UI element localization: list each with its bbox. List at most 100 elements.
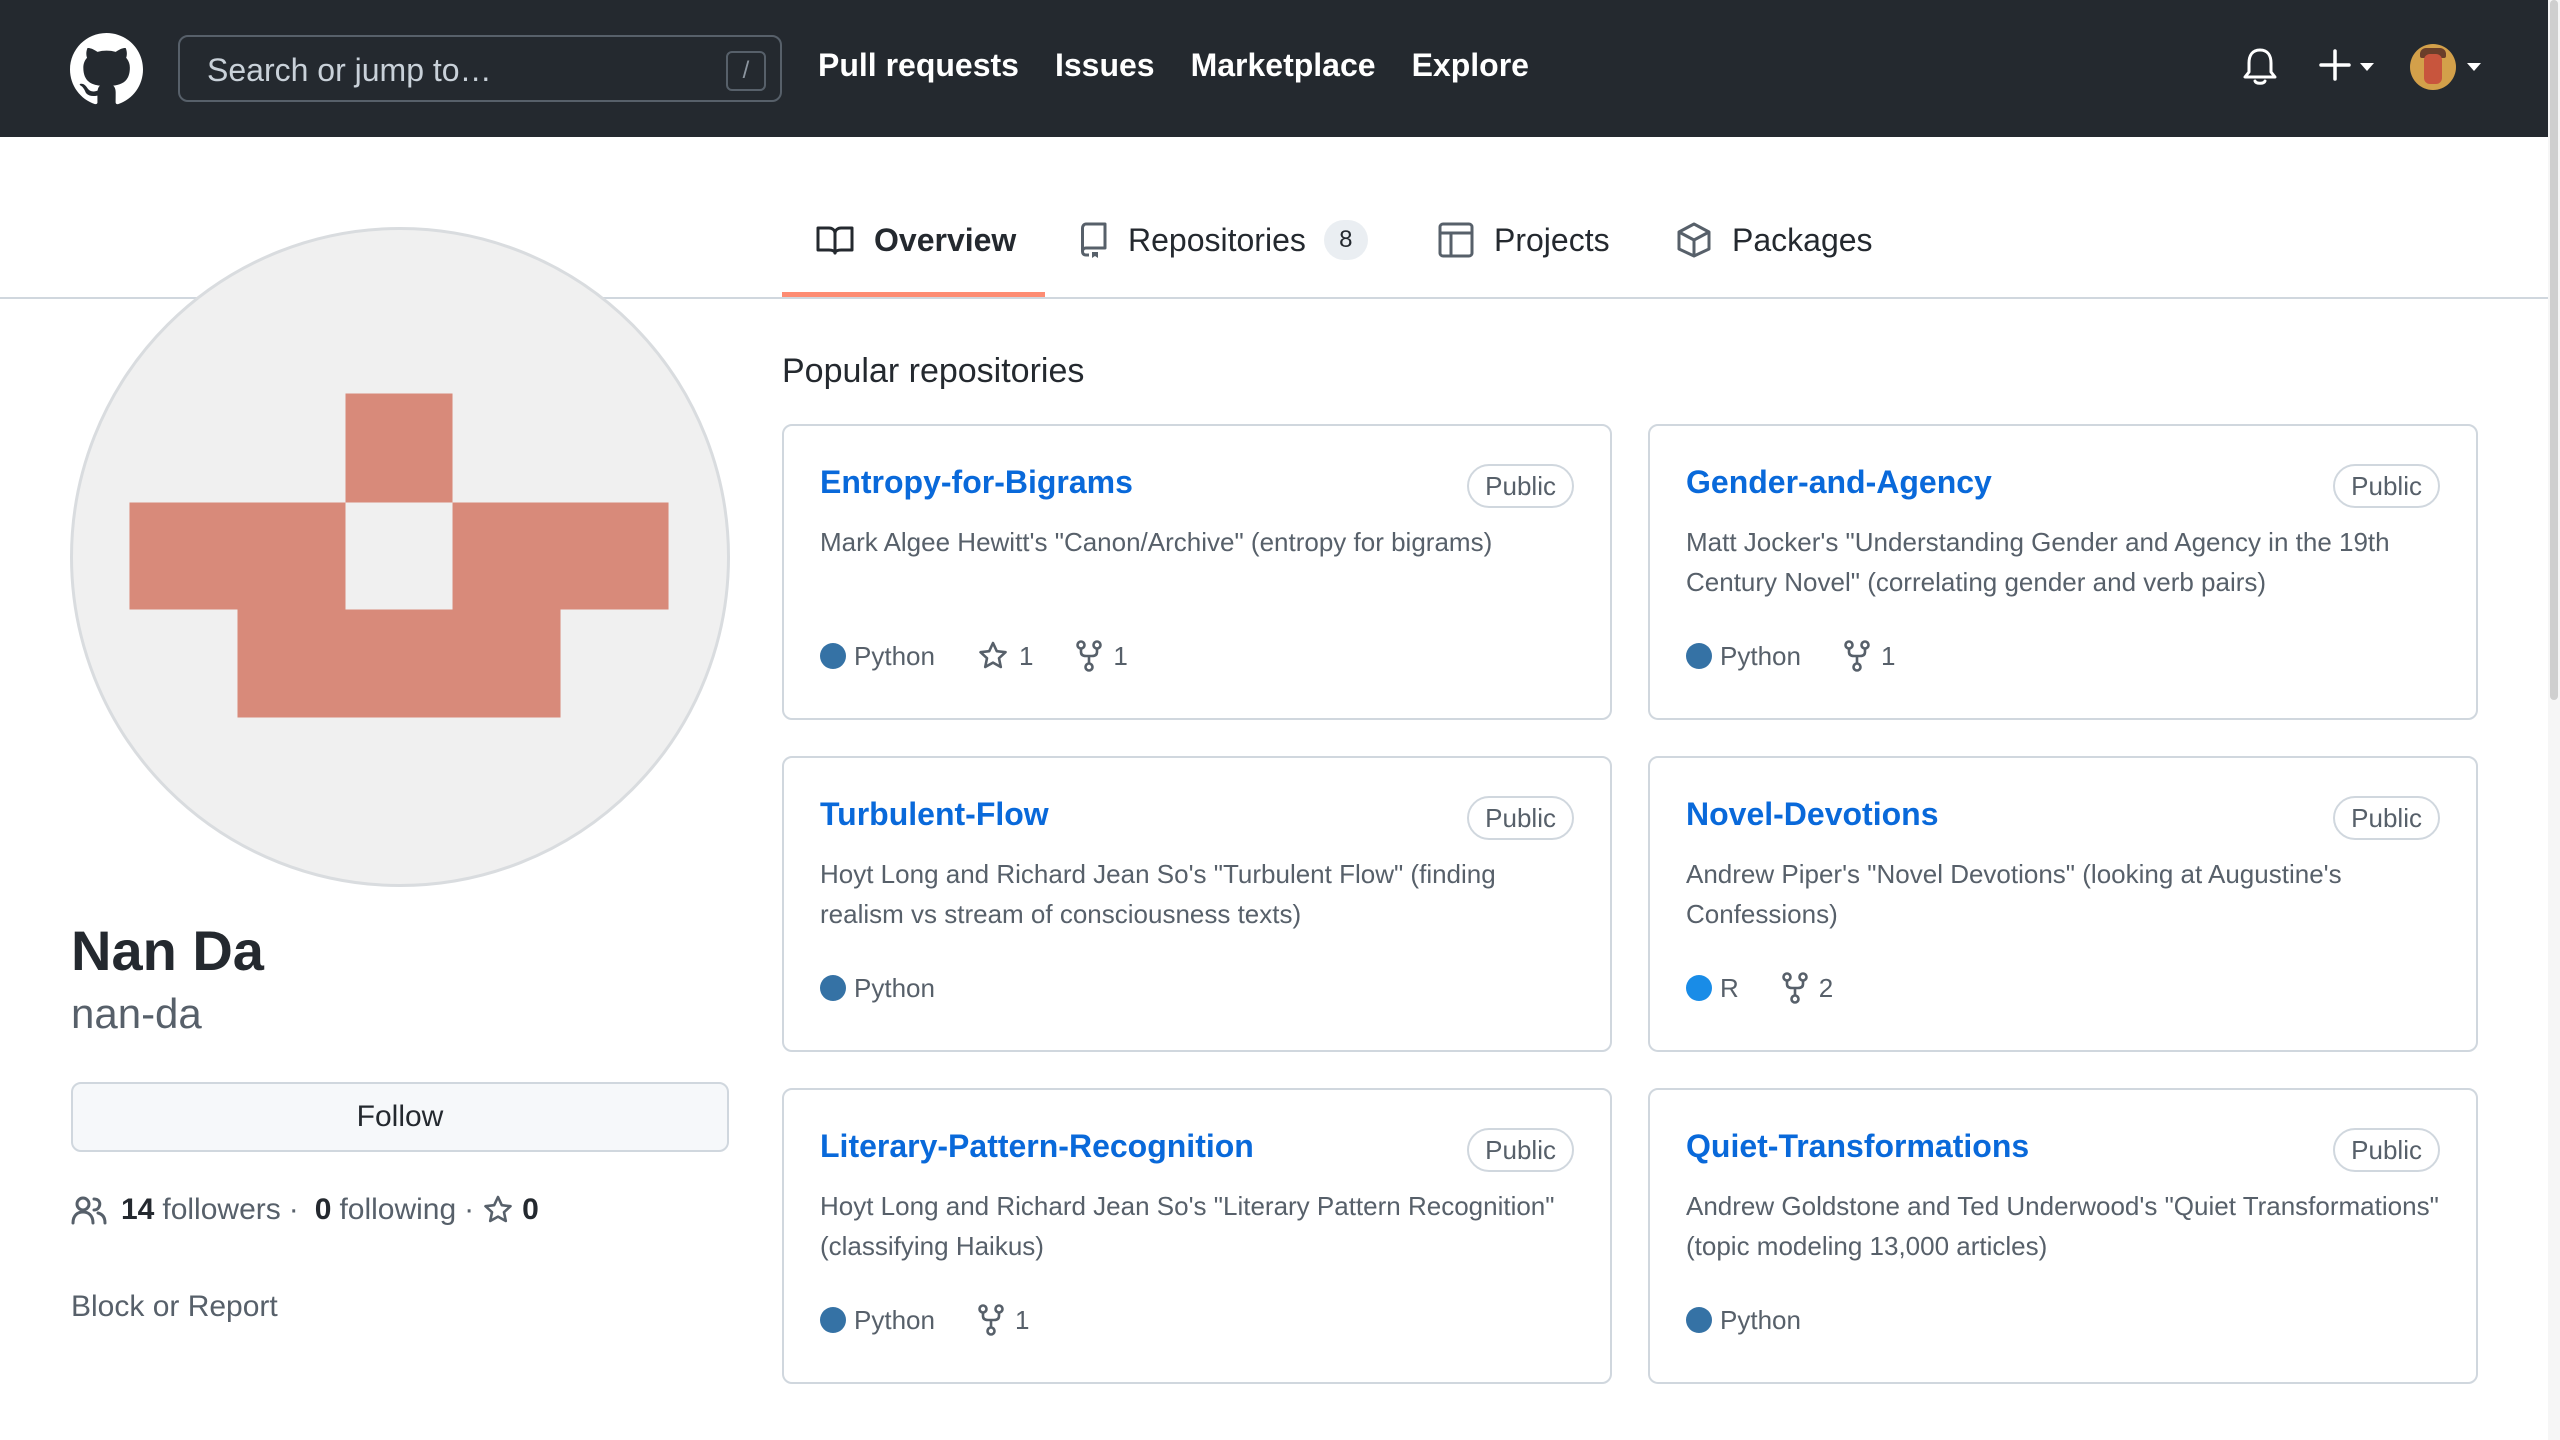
repo-meta: Python 1: [820, 1302, 1029, 1338]
profile-full-name: Nan Da: [71, 919, 264, 982]
bell-icon[interactable]: [2242, 46, 2278, 86]
repo-language: Python: [854, 1304, 935, 1335]
nav-explore[interactable]: Explore: [1412, 45, 1529, 85]
repo-name-link[interactable]: Turbulent-Flow: [820, 796, 1049, 833]
repo-meta: R 2: [1686, 970, 1833, 1006]
repo-forks-count: 1: [1014, 1304, 1030, 1335]
avatar-face-shape: [2424, 54, 2442, 84]
tab-packages[interactable]: Packages: [1676, 210, 1873, 270]
separator-dot: ·: [464, 1193, 475, 1226]
repo-language: Python: [854, 640, 935, 671]
visibility-badge: Public: [1467, 1128, 1574, 1172]
tab-overview[interactable]: Overview: [816, 210, 1016, 270]
tab-projects[interactable]: Projects: [1438, 210, 1610, 270]
repo-forks-count: 2: [1818, 972, 1834, 1003]
language-color-dot: [820, 1307, 846, 1333]
nav-issues[interactable]: Issues: [1055, 45, 1155, 85]
repo-forks[interactable]: 1: [1075, 640, 1128, 672]
repo-description: Matt Jocker's "Understanding Gender and …: [1686, 527, 2390, 597]
visibility-badge: Public: [1467, 464, 1574, 508]
repo-forks[interactable]: 1: [977, 1304, 1029, 1336]
nav-marketplace[interactable]: Marketplace: [1191, 45, 1376, 85]
repo-forks-count: 1: [1880, 640, 1896, 671]
repo-name-link[interactable]: Entropy-for-Bigrams: [820, 464, 1133, 501]
tab-overview-label: Overview: [874, 221, 1017, 258]
search-input[interactable]: Search or jump to… /: [178, 35, 782, 102]
fork-icon: [1781, 972, 1808, 1004]
repo-stars[interactable]: 1: [977, 640, 1033, 672]
repo-icon: [1081, 222, 1107, 258]
fork-icon: [978, 1304, 1004, 1336]
identicon-image: [129, 393, 669, 718]
language-color-dot: [820, 643, 846, 669]
scrollbar-thumb[interactable]: [2550, 0, 2558, 700]
repo-language: Python: [1720, 640, 1801, 671]
profile-username: nan-da: [71, 990, 202, 1037]
tab-packages-label: Packages: [1732, 221, 1873, 258]
repo-meta: Python: [1686, 1302, 1801, 1338]
book-icon: [816, 226, 854, 255]
language-color-dot: [820, 975, 846, 1001]
visibility-badge: Public: [2333, 1128, 2440, 1172]
repo-stars-count: 1: [1018, 640, 1034, 671]
repo-description: Andrew Piper's "Novel Devotions" (lookin…: [1686, 859, 2342, 929]
repo-language: R: [1720, 972, 1739, 1003]
repo-name-link[interactable]: Gender-and-Agency: [1686, 464, 1992, 501]
following-count[interactable]: 0: [315, 1193, 332, 1227]
table-icon: [1438, 222, 1474, 258]
tab-repositories-label: Repositories: [1128, 221, 1306, 258]
star-icon[interactable]: [482, 1194, 514, 1226]
visibility-badge: Public: [2333, 464, 2440, 508]
repo-description: Mark Algee Hewitt's "Canon/Archive" (ent…: [820, 527, 1493, 557]
repositories-count-badge: 8: [1323, 220, 1368, 260]
repo-name-link[interactable]: Literary-Pattern-Recognition: [820, 1128, 1254, 1165]
repo-forks[interactable]: 1: [1843, 640, 1895, 672]
fork-icon: [1844, 640, 1870, 672]
people-icon: [71, 1196, 107, 1225]
nav-pull-requests[interactable]: Pull requests: [818, 45, 1019, 85]
visibility-badge: Public: [2333, 796, 2440, 840]
user-avatar[interactable]: [2410, 44, 2456, 90]
repo-forks-count: 1: [1113, 640, 1128, 671]
star-icon: [979, 641, 1007, 669]
repo-card: Gender-and-Agency Public Matt Jocker's "…: [1648, 424, 2478, 720]
popular-repositories-heading: Popular repositories: [782, 352, 1085, 390]
separator-dot: ·: [288, 1193, 299, 1226]
search-shortcut-key: /: [726, 51, 766, 91]
followers-count[interactable]: 14: [121, 1193, 154, 1227]
followers-link[interactable]: followers: [162, 1193, 280, 1227]
repo-forks[interactable]: 2: [1781, 972, 1833, 1004]
repo-meta: Python 1 1: [820, 638, 1128, 674]
plus-icon[interactable]: [2318, 48, 2352, 82]
repo-description: Hoyt Long and Richard Jean So's "Turbule…: [820, 859, 1496, 929]
repo-meta: Python: [820, 970, 935, 1006]
language-color-dot: [1686, 643, 1712, 669]
chevron-down-icon[interactable]: [2466, 62, 2482, 72]
repo-meta: Python 1: [1686, 638, 1895, 674]
language-color-dot: [1686, 975, 1712, 1001]
global-nav: Pull requests Issues Marketplace Explore: [818, 45, 1529, 85]
visibility-badge: Public: [1467, 796, 1574, 840]
search-placeholder: Search or jump to…: [207, 52, 492, 88]
repo-language: Python: [1720, 1304, 1801, 1335]
repo-card: Quiet-Transformations Public Andrew Gold…: [1648, 1088, 2478, 1384]
top-header: Search or jump to… / Pull requests Issue…: [0, 0, 2548, 137]
repo-card: Novel-Devotions Public Andrew Piper's "N…: [1648, 756, 2478, 1052]
repo-description: Andrew Goldstone and Ted Underwood's "Qu…: [1686, 1191, 2439, 1261]
chevron-down-icon[interactable]: [2359, 62, 2375, 72]
repo-name-link[interactable]: Novel-Devotions: [1686, 796, 1938, 833]
following-link[interactable]: following: [339, 1193, 456, 1227]
repo-name-link[interactable]: Quiet-Transformations: [1686, 1128, 2029, 1165]
language-color-dot: [1686, 1307, 1712, 1333]
repo-description: Hoyt Long and Richard Jean So's "Literar…: [820, 1191, 1555, 1261]
github-logo-icon[interactable]: [70, 33, 143, 106]
block-or-report-link[interactable]: Block or Report: [71, 1290, 278, 1324]
repo-card: Literary-Pattern-Recognition Public Hoyt…: [782, 1088, 1612, 1384]
repo-card: Turbulent-Flow Public Hoyt Long and Rich…: [782, 756, 1612, 1052]
stars-count[interactable]: 0: [522, 1193, 539, 1227]
profile-avatar[interactable]: [70, 227, 730, 887]
tab-repositories[interactable]: Repositories 8: [1080, 210, 1368, 270]
fork-icon: [1076, 640, 1103, 672]
repo-card: Entropy-for-Bigrams Public Mark Algee He…: [782, 424, 1612, 720]
follow-button[interactable]: Follow: [71, 1082, 729, 1152]
